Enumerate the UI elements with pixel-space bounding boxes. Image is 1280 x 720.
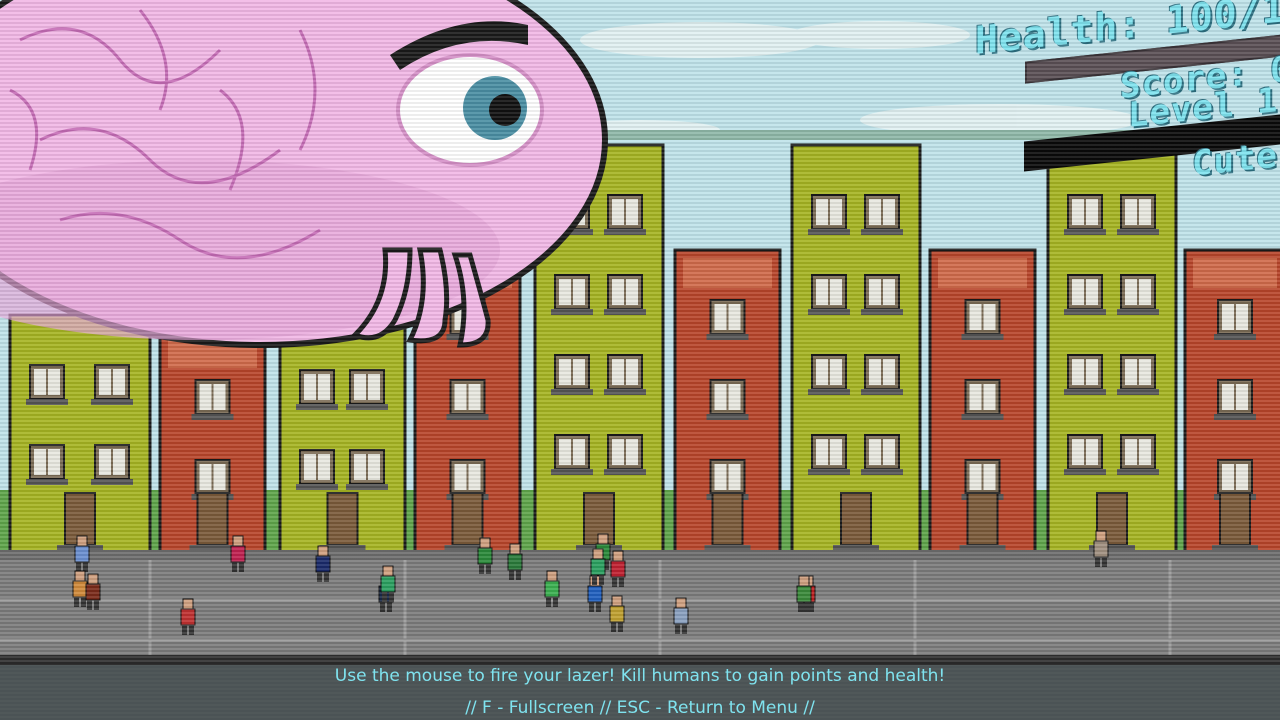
building xyxy=(928,248,1037,562)
game-scene[interactable] xyxy=(0,0,1280,720)
door xyxy=(1219,492,1251,546)
door xyxy=(711,492,744,546)
door xyxy=(326,492,359,546)
building xyxy=(158,328,267,562)
door xyxy=(840,492,872,546)
building xyxy=(1183,248,1280,562)
instructions-text: Use the mouse to fire your lazer! Kill h… xyxy=(334,666,946,686)
door xyxy=(966,492,999,546)
controls-text: // F - Fullscreen // ESC - Return to Men… xyxy=(465,698,815,718)
door xyxy=(196,492,229,546)
door xyxy=(451,492,484,546)
building xyxy=(278,318,407,562)
building xyxy=(8,313,152,562)
building xyxy=(673,248,782,562)
building xyxy=(790,143,922,562)
building xyxy=(1046,143,1178,562)
sidewalk xyxy=(0,550,1280,560)
